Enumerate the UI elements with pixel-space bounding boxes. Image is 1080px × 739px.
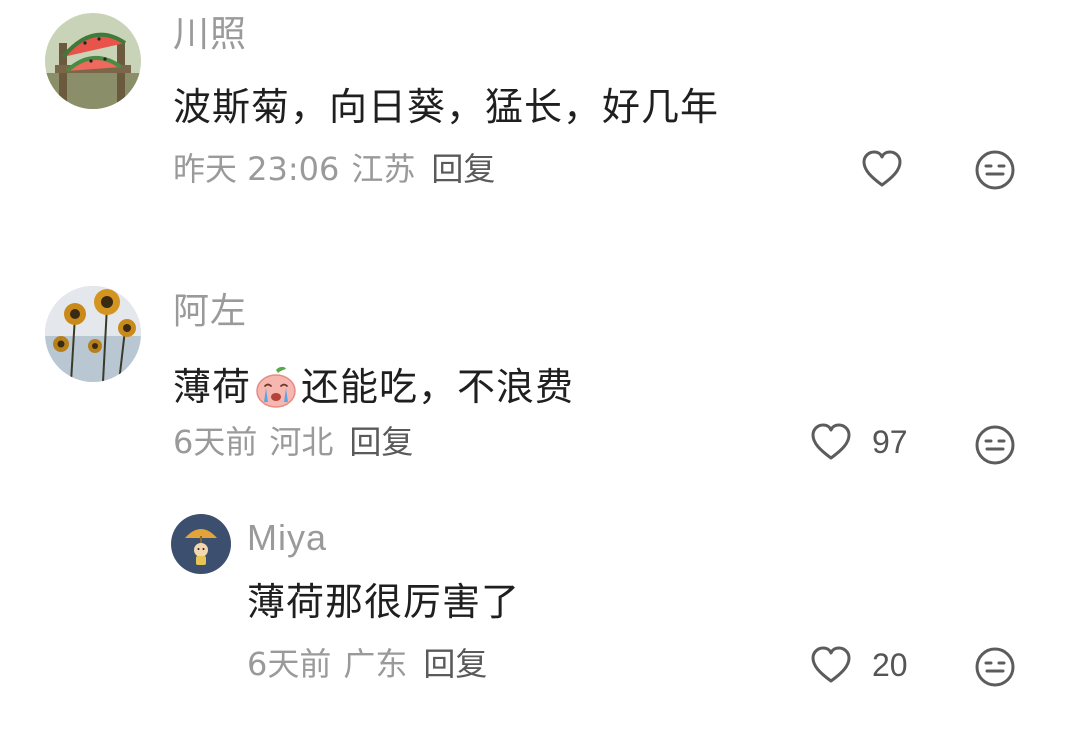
location: 广东 xyxy=(343,645,408,683)
comment-text-part: 薄荷 xyxy=(173,365,252,409)
watermelon-avatar-icon xyxy=(45,13,141,109)
like-button[interactable]: 20 xyxy=(810,645,908,685)
location: 江苏 xyxy=(351,150,416,188)
dislike-button[interactable] xyxy=(974,424,1016,466)
comment-item: 川照 波斯菊，向日葵，猛长，好几年 昨天 23:06 江苏 回复 xyxy=(0,0,1080,230)
like-button[interactable] xyxy=(861,149,903,189)
avatar[interactable] xyxy=(171,514,231,574)
heart-icon xyxy=(862,150,902,187)
sunflower-avatar-icon xyxy=(45,286,141,382)
avatar[interactable] xyxy=(45,286,141,382)
reply-text: 薄荷那很厉害了 xyxy=(247,580,521,624)
reply-button[interactable]: 回复 xyxy=(423,648,487,680)
timestamp: 6天前 xyxy=(247,645,332,683)
heart-icon xyxy=(811,423,851,460)
neutral-face-icon xyxy=(975,425,1015,465)
reply-meta: 6天前 广东 回复 xyxy=(247,648,487,680)
location: 河北 xyxy=(269,423,334,461)
cartoon-umbrella-avatar-icon xyxy=(171,514,231,574)
comment-text: 波斯菊，向日葵，猛长，好几年 xyxy=(173,85,720,129)
username[interactable]: Miya xyxy=(247,520,327,556)
like-count: 97 xyxy=(872,424,908,460)
comment-item: 阿左 薄荷 还能吃，不浪费 6天前 河北 回复 97 xyxy=(0,276,1080,476)
like-count: 20 xyxy=(872,647,908,683)
like-button[interactable]: 97 xyxy=(810,422,908,462)
username[interactable]: 川照 xyxy=(173,17,247,53)
username[interactable]: 阿左 xyxy=(173,294,247,330)
comment-text: 薄荷 还能吃，不浪费 xyxy=(173,364,574,410)
neutral-face-icon xyxy=(975,150,1015,190)
dislike-button[interactable] xyxy=(974,149,1016,191)
neutral-face-icon xyxy=(975,647,1015,687)
dislike-button[interactable] xyxy=(974,646,1016,688)
reply-item: Miya 薄荷那很厉害了 6天前 广东 回复 20 xyxy=(0,500,1080,739)
comment-meta: 6天前 河北 回复 xyxy=(173,426,413,458)
crying-peach-emoji-icon xyxy=(253,364,299,410)
reply-button[interactable]: 回复 xyxy=(349,426,413,458)
heart-icon xyxy=(811,646,851,683)
reply-button[interactable]: 回复 xyxy=(431,153,495,185)
comment-text-part: 还能吃，不浪费 xyxy=(301,365,575,409)
avatar[interactable] xyxy=(45,13,141,109)
timestamp: 6天前 xyxy=(173,423,258,461)
timestamp: 昨天 23:06 xyxy=(173,150,340,188)
comment-meta: 昨天 23:06 江苏 回复 xyxy=(173,153,495,185)
